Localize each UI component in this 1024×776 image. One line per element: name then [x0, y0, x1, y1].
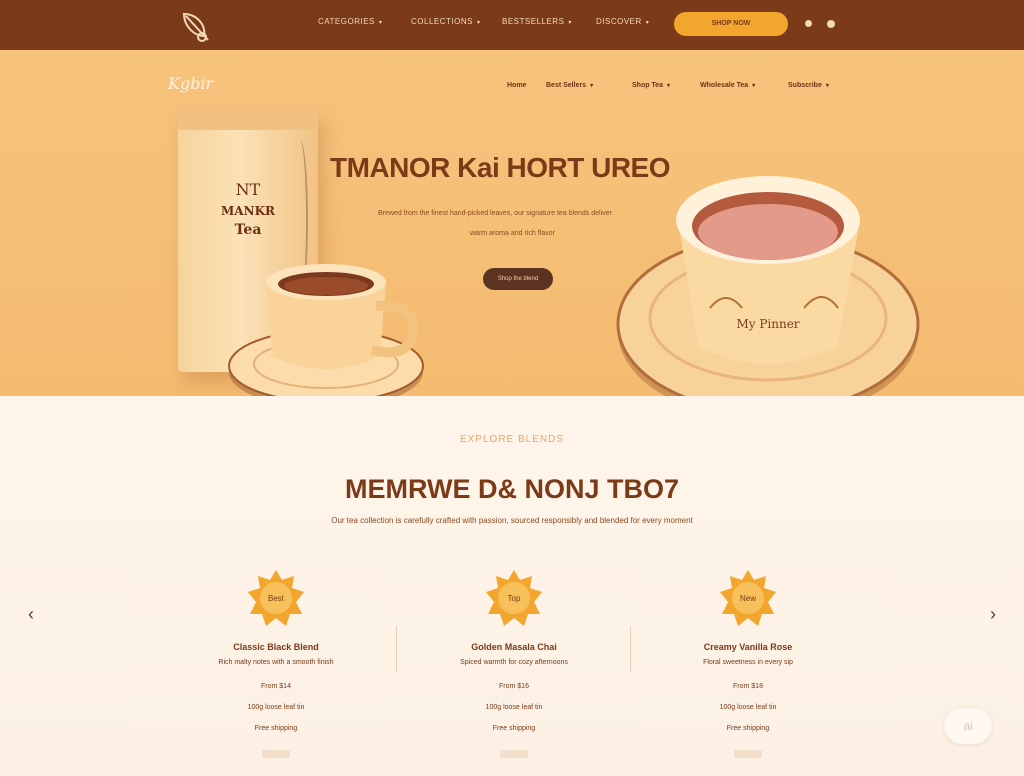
- chat-widget-button[interactable]: ai: [944, 708, 992, 744]
- hero-description-line: Brewed from the finest hand-picked leave…: [378, 210, 612, 217]
- topnav-label: BESTSELLERS: [502, 17, 565, 26]
- card-title: Creamy Vanilla Rose: [703, 642, 793, 652]
- card-title: Golden Masala Chai: [471, 642, 557, 652]
- chevron-down-icon: ▾: [752, 83, 756, 89]
- chevron-down-icon: ▾: [825, 83, 829, 89]
- star-badge-icon: Best: [248, 570, 304, 626]
- topnav-label: CATEGORIES: [318, 17, 375, 26]
- card-price: From $14: [261, 683, 291, 690]
- chevron-down-icon: ▾: [645, 20, 650, 26]
- badge-text: Best: [268, 594, 285, 603]
- subnav-item-subscribe[interactable]: Subscribe ▾: [788, 82, 829, 89]
- section-kicker: EXPLORE BLENDS: [459, 434, 565, 445]
- cup-label-text: My Pinner: [736, 317, 799, 331]
- card-button[interactable]: [262, 750, 290, 758]
- large-tea-cup-image: My Pinner: [616, 176, 920, 420]
- card-price: From $16: [499, 683, 529, 690]
- card-detail: 100g loose leaf tin: [485, 704, 543, 711]
- card-detail: Free shipping: [492, 725, 536, 732]
- section-subtitle: Our tea collection is carefully crafted …: [331, 516, 693, 525]
- card-price: From $18: [733, 683, 763, 690]
- topnav-item-categories[interactable]: CATEGORIES ▾: [318, 17, 382, 26]
- chevron-down-icon: ▾: [378, 20, 383, 26]
- card-detail: 100g loose leaf tin: [247, 704, 305, 711]
- search-icon[interactable]: [805, 20, 812, 27]
- subnav-item-home[interactable]: Home: [507, 82, 526, 89]
- topnav-label: COLLECTIONS: [411, 17, 473, 26]
- subnav-item-shop-tea[interactable]: Shop Tea ▾: [632, 82, 670, 89]
- topnav-item-collections[interactable]: COLLECTIONS ▾: [411, 17, 480, 26]
- card-title: Classic Black Blend: [233, 642, 319, 652]
- topnav-item-bestsellers[interactable]: BESTSELLERS ▾: [502, 17, 572, 26]
- shop-now-button[interactable]: SHOP NOW: [674, 12, 788, 36]
- star-badge-icon: Top: [486, 570, 542, 626]
- star-badge-icon: New: [720, 570, 776, 626]
- shop-blend-button[interactable]: Shop the blend: [483, 268, 553, 290]
- chevron-down-icon: ▾: [666, 83, 670, 89]
- section-title: MEMRWE D& NONJ TBO7: [344, 474, 680, 504]
- topnav-label: DISCOVER: [596, 17, 642, 26]
- card-description: Rich malty notes with a smooth finish: [218, 659, 334, 666]
- leaf-logo-icon[interactable]: [176, 6, 216, 46]
- chevron-down-icon: ▾: [568, 20, 572, 26]
- brand-logo[interactable]: Kgbir: [168, 74, 217, 93]
- product-card[interactable]: New Creamy Vanilla Rose Floral sweetness…: [648, 568, 848, 768]
- badge-text: Top: [508, 594, 521, 603]
- card-description: Floral sweetness in every sip: [703, 659, 793, 666]
- carousel-prev-arrow-icon[interactable]: ‹: [28, 604, 34, 625]
- badge-text: New: [740, 594, 756, 603]
- small-tea-cup-image: [228, 264, 424, 408]
- cart-icon[interactable]: [827, 20, 835, 28]
- subnav-label: Subscribe: [788, 82, 822, 89]
- hero-description-line: warm aroma and rich flavor: [470, 230, 555, 237]
- carousel-next-arrow-icon[interactable]: ›: [990, 604, 996, 625]
- card-detail: Free shipping: [726, 725, 770, 732]
- card-detail: Free shipping: [254, 725, 298, 732]
- card-divider: [396, 626, 397, 672]
- chevron-down-icon: ▾: [590, 83, 594, 89]
- card-button[interactable]: [734, 750, 762, 758]
- package-top-band: [178, 110, 318, 130]
- subnav-item-wholesale[interactable]: Wholesale Tea ▾: [700, 82, 755, 89]
- card-divider: [630, 626, 631, 672]
- topnav-item-discover[interactable]: DISCOVER ▾: [596, 17, 649, 26]
- subnav-label: Wholesale Tea: [700, 82, 749, 89]
- product-card[interactable]: Best Classic Black Blend Rich malty note…: [176, 568, 376, 768]
- subnav-label: Best Sellers: [546, 82, 587, 89]
- chevron-down-icon: ▾: [476, 20, 481, 26]
- subnav-label: Shop Tea: [632, 82, 663, 89]
- card-detail: 100g loose leaf tin: [719, 704, 777, 711]
- product-card[interactable]: Top Golden Masala Chai Spiced warmth for…: [414, 568, 614, 768]
- top-navigation-bar: CATEGORIES ▾ COLLECTIONS ▾ BESTSELLERS ▾ DI…: [0, 0, 1024, 50]
- brand-name: Kgbir: [168, 74, 214, 93]
- card-button[interactable]: [500, 750, 528, 758]
- subnav-item-best-sellers[interactable]: Best Sellers ▾: [546, 82, 593, 89]
- card-description: Spiced warmth for cozy afternoons: [460, 659, 568, 666]
